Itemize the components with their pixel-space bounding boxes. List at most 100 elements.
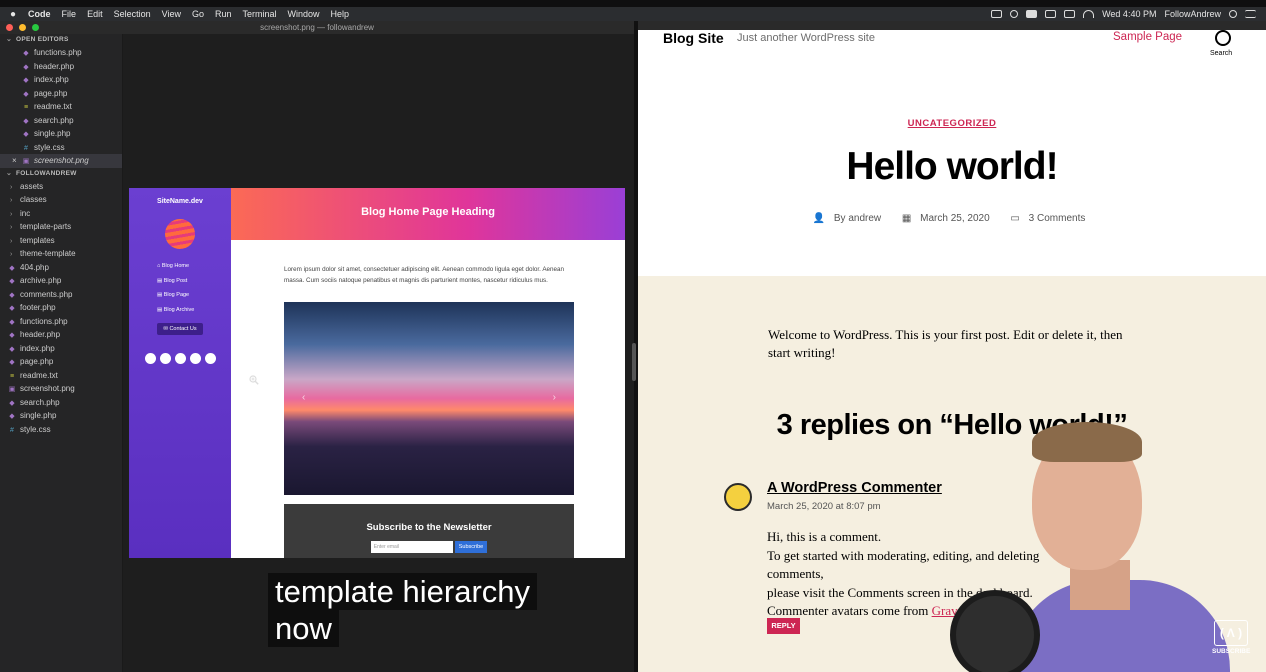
close-icon[interactable] — [6, 24, 13, 31]
file-page-php[interactable]: ◆ page.php — [0, 355, 122, 369]
control-center-icon[interactable] — [1245, 10, 1256, 18]
open-editor-readme-txt[interactable]: ≡ readme.txt — [0, 100, 122, 114]
file-single-php[interactable]: ◆ single.php — [0, 409, 122, 423]
preview-site-name: SiteName.dev — [157, 198, 203, 205]
preview-logo — [165, 219, 195, 249]
file-functions-php[interactable]: ◆ functions.php — [0, 315, 122, 329]
subscribe-watermark[interactable]: ( Λ ) SUBSCRIBE — [1212, 620, 1250, 660]
date-link[interactable]: ▦ March 25, 2020 — [902, 213, 996, 224]
preview-nav-blog-post: ▤ Blog Post — [157, 277, 188, 284]
comments-link[interactable]: ▭ 3 Comments — [1010, 213, 1091, 224]
file-archive-php[interactable]: ◆ archive.php — [0, 274, 122, 288]
open-editor-search-php[interactable]: ◆ search.php — [0, 114, 122, 128]
open-editors-list: ◆ functions.php ◆ header.php ◆ index.php ◆ page… — [0, 46, 122, 168]
divider-handle[interactable] — [632, 343, 636, 381]
wifi-icon[interactable] — [1083, 10, 1095, 18]
menu-run[interactable]: Run — [215, 9, 232, 19]
menu-go[interactable]: Go — [192, 9, 204, 19]
category-link[interactable]: UNCATEGORIZED — [638, 118, 1266, 129]
folder-header[interactable]: ⌄ FOLLOWANDREW — [0, 168, 122, 180]
comment-date-link[interactable]: March 25, 2020 at 8:07 pm — [767, 501, 881, 512]
menubar-user[interactable]: FollowAndrew — [1164, 9, 1221, 19]
dribbble-icon — [204, 353, 216, 364]
preview-sunset-image: ‹ › — [284, 302, 574, 495]
menu-edit[interactable]: Edit — [87, 9, 103, 19]
folder-assets[interactable]: › assets — [0, 180, 122, 194]
open-editor-functions-php[interactable]: ◆ functions.php — [0, 46, 122, 60]
close-tab-icon[interactable]: × — [12, 154, 17, 168]
newsletter-email-field: Enter email — [370, 541, 453, 553]
open-editor-screenshot-png[interactable]: × ▣ screenshot.png — [0, 154, 122, 168]
zoom-in-icon — [249, 375, 259, 385]
freecodecamp-logo-icon: ( Λ ) — [1214, 620, 1248, 646]
php-file-icon: ◆ — [23, 90, 29, 98]
preview-nav-blog-archive: ▤ Blog Archive — [157, 306, 195, 313]
file-comments-php[interactable]: ◆ comments.php — [0, 288, 122, 302]
spotlight-search-icon[interactable] — [1229, 10, 1237, 18]
airplay-icon[interactable] — [1045, 10, 1057, 18]
reply-button[interactable]: REPLY — [767, 618, 800, 634]
menu-code[interactable]: Code — [28, 9, 51, 19]
linkedin-icon — [159, 353, 171, 364]
php-file-icon: ◆ — [23, 131, 29, 138]
file-index-php[interactable]: ◆ index.php — [0, 342, 122, 356]
menu-selection[interactable]: Selection — [114, 9, 151, 19]
menu-file[interactable]: File — [62, 9, 77, 19]
chevron-right-icon: › — [10, 183, 13, 191]
moon-icon[interactable] — [1010, 10, 1019, 18]
php-file-icon: ◆ — [9, 359, 15, 366]
menubar-clock[interactable]: Wed 4:40 PM — [1102, 9, 1156, 19]
display-icon[interactable] — [1064, 10, 1076, 18]
menu-window[interactable]: Window — [288, 9, 320, 19]
folder-inc[interactable]: › inc — [0, 207, 122, 221]
file-readme-txt[interactable]: ≡ readme.txt — [0, 369, 122, 383]
php-file-icon: ◆ — [23, 77, 29, 84]
php-file-icon: ◆ — [9, 278, 15, 285]
nav-sample-page[interactable]: Sample Page — [1113, 31, 1182, 43]
author-link[interactable]: 👤 By andrew — [813, 213, 887, 224]
screen-record-icon[interactable] — [991, 10, 1003, 18]
open-editors-header[interactable]: ⌄ OPEN EDITORS — [0, 34, 122, 46]
top-strip — [0, 0, 1266, 7]
newsletter-title: Subscribe to the Newsletter — [366, 522, 492, 533]
preview-contact: ✉ Contact Us — [157, 323, 203, 335]
menu-help[interactable]: Help — [331, 9, 350, 19]
file-style-css[interactable]: # style.css — [0, 423, 122, 437]
post-meta: 👤 By andrew ▦ March 25, 2020 ▭ 3 Comment… — [638, 213, 1266, 224]
folder-templates[interactable]: › templates — [0, 234, 122, 248]
open-editor-index-php[interactable]: ◆ index.php — [0, 73, 122, 87]
search-icon[interactable] — [1215, 30, 1231, 46]
open-editor-header-php[interactable]: ◆ header.php — [0, 60, 122, 74]
folder-classes[interactable]: › classes — [0, 193, 122, 207]
folder-theme-template[interactable]: › theme-template — [0, 247, 122, 261]
preview-paragraph: Lorem ipsum dolor sit amet, consectetuer… — [284, 266, 565, 284]
twitter-icon — [144, 353, 156, 364]
file-footer-php[interactable]: ◆ footer.php — [0, 301, 122, 315]
macos-menubar: ● Code File Edit Selection View Go Run T… — [0, 7, 1266, 21]
open-editor-style-css[interactable]: # style.css — [0, 141, 122, 155]
open-editor-single-php[interactable]: ◆ single.php — [0, 127, 122, 141]
php-file-icon: ◆ — [9, 332, 15, 339]
php-file-icon: ◆ — [9, 264, 15, 272]
file-404-php[interactable]: ◆ 404.php — [0, 261, 122, 275]
comment-author-link[interactable]: A WordPress Commenter — [767, 480, 942, 496]
txt-file-icon: ≡ — [9, 372, 15, 380]
file-header-php[interactable]: ◆ header.php — [0, 328, 122, 342]
file-screenshot-png[interactable]: ▣ screenshot.png — [0, 382, 122, 396]
chevron-right-icon: › — [10, 197, 13, 204]
minimize-icon[interactable] — [19, 24, 26, 31]
open-editor-page-php[interactable]: ◆ page.php — [0, 87, 122, 101]
search-label[interactable]: Search — [1210, 50, 1232, 57]
edit-icon[interactable] — [1026, 10, 1038, 18]
caption-line-2: now — [268, 610, 339, 647]
caption-line-1: template hierarchy — [268, 573, 538, 610]
browser-chrome — [638, 21, 1266, 30]
maximize-icon[interactable] — [32, 24, 39, 31]
file-search-php[interactable]: ◆ search.php — [0, 396, 122, 410]
folder-template-parts[interactable]: › template-parts — [0, 220, 122, 234]
apple-icon[interactable]: ● — [10, 9, 16, 20]
status-area: Wed 4:40 PM FollowAndrew — [991, 9, 1256, 19]
site-title[interactable]: Blog Site — [663, 30, 724, 46]
menu-view[interactable]: View — [162, 9, 181, 19]
menu-terminal[interactable]: Terminal — [243, 9, 277, 19]
